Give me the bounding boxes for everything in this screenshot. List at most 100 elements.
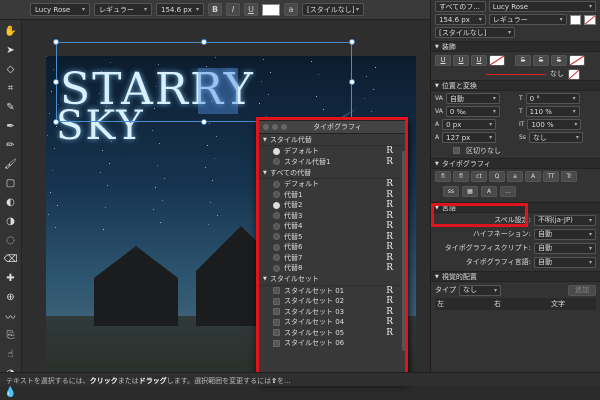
kerning-field[interactable]: 自動 ▾: [445, 93, 500, 104]
vector-brush-icon[interactable]: 〰: [3, 308, 19, 324]
checkbox[interactable]: [273, 329, 280, 337]
gradient-icon[interactable]: ◑: [3, 213, 19, 229]
minimize-icon[interactable]: [272, 124, 278, 130]
shape-icon[interactable]: ▢: [3, 175, 19, 191]
titling-caps-button[interactable]: TT: [543, 170, 559, 182]
style_sets-item[interactable]: スタイルセット 02 R: [259, 296, 407, 307]
strikethrough-color-swatch[interactable]: [569, 54, 585, 66]
style_sets-item[interactable]: スタイルセット 06: [259, 338, 407, 349]
zoom-icon[interactable]: ⊕: [3, 289, 19, 305]
resize-handle[interactable]: [201, 39, 207, 45]
font-size-field[interactable]: 154.6 px ▾: [156, 3, 204, 16]
move-icon[interactable]: ➤: [3, 42, 19, 58]
typography-panel-titlebar[interactable]: タイポグラフィ: [259, 121, 407, 134]
checkbox[interactable]: [273, 339, 280, 347]
stylistic-sets-button[interactable]: ss: [443, 185, 459, 197]
font-style-field[interactable]: レギュラー ▾: [488, 14, 567, 25]
section-decoration[interactable]: ▼ 装飾: [431, 41, 600, 52]
radio-button[interactable]: [273, 158, 280, 166]
font-family-field[interactable]: Lucy Rose ▾: [30, 3, 90, 16]
font-style-field[interactable]: レギュラー ▾: [94, 3, 152, 16]
section-all-alternates[interactable]: ▼ すべての代替: [259, 167, 407, 179]
clone-icon[interactable]: ⎘: [3, 327, 19, 343]
italic-button[interactable]: I: [226, 3, 240, 16]
section-stylistic-alternates[interactable]: ▼ スタイル代替: [259, 134, 407, 146]
style_sets-item[interactable]: スタイルセット 05 R: [259, 328, 407, 339]
spell-setting-field[interactable]: 不明(ja-JP) ▾: [534, 214, 596, 226]
alternates-button[interactable]: ▦: [462, 185, 478, 197]
fill-icon[interactable]: ◐: [3, 194, 19, 210]
hand-icon[interactable]: ✋: [3, 23, 19, 39]
all_alternates-item[interactable]: 代替4 R: [259, 221, 407, 232]
small-caps-button[interactable]: a: [507, 170, 523, 182]
checkbox[interactable]: [273, 297, 280, 305]
radio-button[interactable]: [273, 201, 280, 209]
font-size-field[interactable]: 154.6 px ▾: [435, 14, 486, 25]
radio-button[interactable]: [273, 233, 280, 241]
scrollbar[interactable]: [402, 151, 406, 351]
section-language[interactable]: ▼ 言語: [431, 202, 600, 213]
all_alternates-item[interactable]: 代替1 R: [259, 190, 407, 201]
typography-panel[interactable]: タイポグラフィ ▼ スタイル代替 デフォルト R スタイル代替1 R ▼ すべての代替 デ…: [258, 120, 408, 382]
all_alternates-item[interactable]: 代替6 R: [259, 242, 407, 253]
case-field[interactable]: なし ▾: [528, 132, 583, 143]
close-icon[interactable]: [263, 124, 269, 130]
double-strikethrough-button[interactable]: S: [533, 54, 549, 66]
checkbox[interactable]: [273, 287, 280, 295]
horizontal-scale-field[interactable]: 110 % ▾: [525, 106, 580, 117]
zoom-icon[interactable]: [281, 124, 287, 130]
radio-button[interactable]: [273, 222, 280, 230]
thick-underline-button[interactable]: U: [471, 54, 487, 66]
paint-icon[interactable]: ✎: [3, 99, 19, 115]
style_sets-item[interactable]: スタイルセット 03 R: [259, 307, 407, 318]
radio-button[interactable]: [273, 212, 280, 220]
blur-icon[interactable]: 💧: [3, 384, 19, 400]
radio-button[interactable]: [273, 180, 280, 188]
text-frame-selection[interactable]: [56, 42, 352, 122]
paragraph-style-field[interactable]: [スタイルなし] ▾: [435, 27, 515, 38]
pen-icon[interactable]: ✒: [3, 118, 19, 134]
hyphenation-field[interactable]: 自動 ▾: [534, 228, 596, 240]
brush-icon[interactable]: 🖌: [3, 156, 19, 172]
radio-button[interactable]: [273, 243, 280, 251]
radio-button[interactable]: [273, 191, 280, 199]
swash-button[interactable]: Q: [489, 170, 505, 182]
background-color-swatch[interactable]: [584, 14, 596, 25]
radio-button[interactable]: [273, 147, 280, 155]
radio-button[interactable]: [273, 264, 280, 272]
tracking-field[interactable]: 0 ‰ ▾: [445, 106, 500, 117]
ligature-fi-button[interactable]: fi: [435, 170, 451, 182]
stylistic_alternates-item[interactable]: スタイル代替1 R: [259, 157, 407, 168]
bold-button[interactable]: B: [208, 3, 222, 16]
underline-color-swatch[interactable]: [489, 54, 505, 66]
all_alternates-item[interactable]: デフォルト R: [259, 179, 407, 190]
crop-icon[interactable]: ⌗: [3, 80, 19, 96]
typography-language-field[interactable]: 自動 ▾: [534, 256, 596, 268]
paragraph-style-field[interactable]: [スタイルなし] ▾: [302, 3, 364, 16]
no-break-checkbox[interactable]: [453, 147, 460, 154]
checkbox[interactable]: [273, 308, 280, 316]
underline-button[interactable]: U: [244, 3, 258, 16]
all_alternates-item[interactable]: 代替3 R: [259, 211, 407, 222]
all_alternates-item[interactable]: 代替8 R: [259, 263, 407, 274]
stylistic_alternates-item[interactable]: デフォルト R: [259, 146, 407, 157]
radio-button[interactable]: [273, 254, 280, 262]
section-typography[interactable]: ▼ タイポグラフィ: [431, 158, 600, 169]
contextual-alternates-button[interactable]: A: [481, 185, 497, 197]
resize-handle[interactable]: [53, 39, 59, 45]
style_sets-item[interactable]: スタイルセット 01 R: [259, 286, 407, 297]
strikethrough-button[interactable]: S: [515, 54, 531, 66]
all_alternates-item[interactable]: 代替2 R: [259, 200, 407, 211]
transparency-icon[interactable]: ◌: [3, 232, 19, 248]
titling-alt-button[interactable]: Tr: [561, 170, 577, 182]
resize-handle[interactable]: [53, 119, 59, 125]
resize-handle[interactable]: [349, 39, 355, 45]
text-color-swatch[interactable]: [569, 14, 582, 25]
color-picker-icon[interactable]: ✚: [3, 270, 19, 286]
section-position-transform[interactable]: ▼ 位置と変換: [431, 80, 600, 91]
more-options-button[interactable]: ...: [500, 185, 516, 197]
eraser-icon[interactable]: ⌫: [3, 251, 19, 267]
node-icon[interactable]: ◇: [3, 61, 19, 77]
resize-handle[interactable]: [53, 79, 59, 85]
character-style-icon[interactable]: a: [284, 3, 298, 16]
